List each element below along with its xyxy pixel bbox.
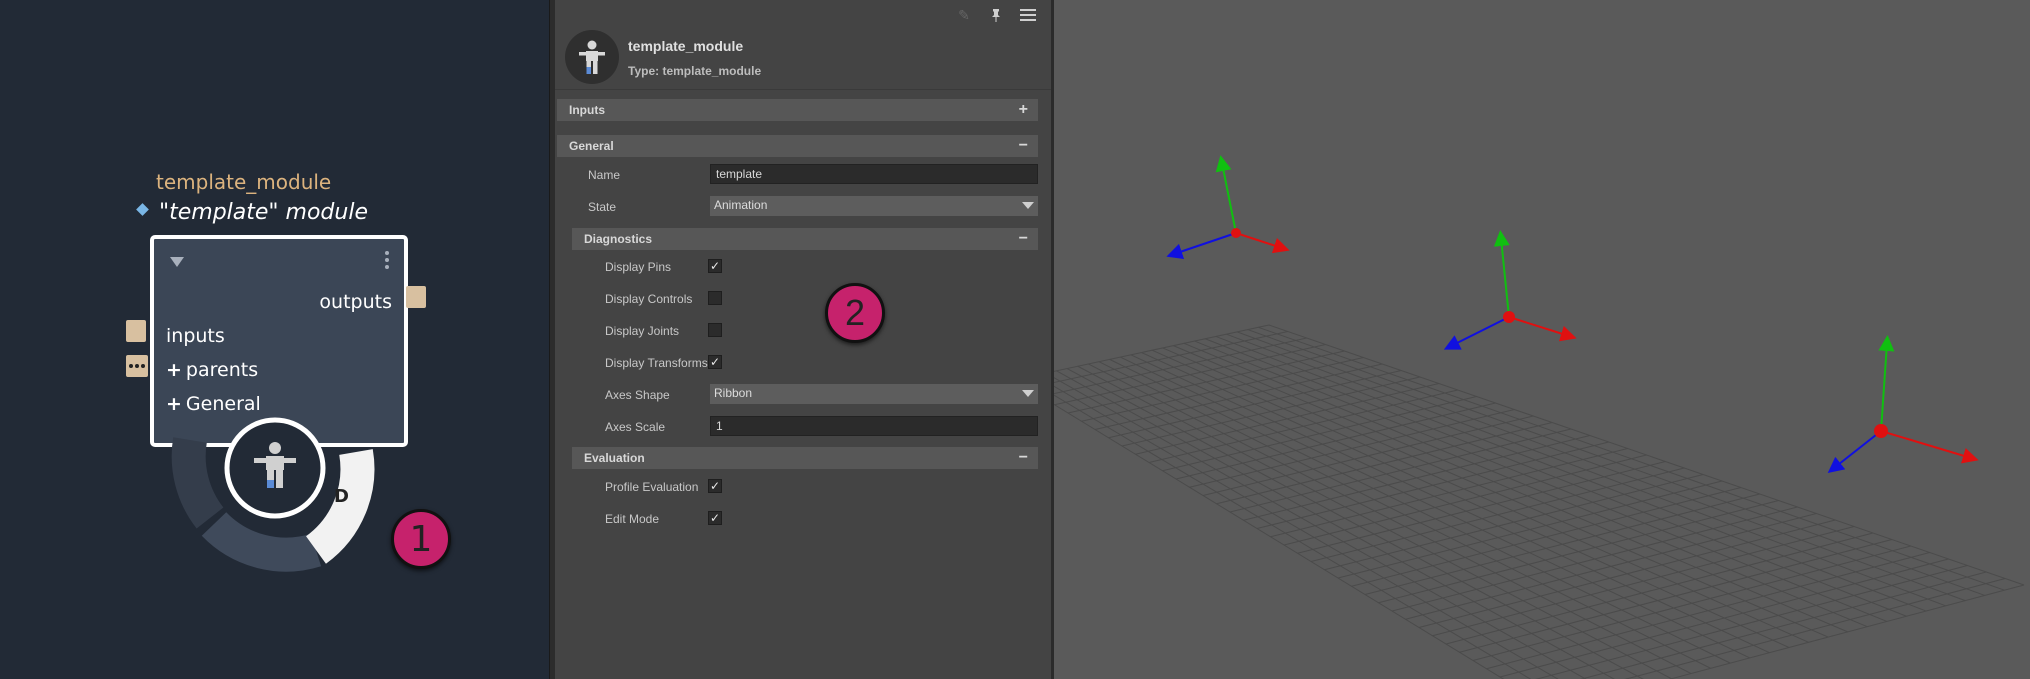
display-pins-label: Display Pins bbox=[605, 260, 672, 274]
section-general[interactable]: General − bbox=[557, 135, 1038, 157]
state-value: Animation bbox=[714, 198, 768, 212]
ground-grid bbox=[1054, 324, 2025, 679]
section-evaluation[interactable]: Evaluation − bbox=[572, 447, 1038, 469]
section-evaluation-label: Evaluation bbox=[584, 451, 645, 465]
collapse-icon[interactable]: − bbox=[1019, 449, 1028, 467]
panel-toolbar: ✎ bbox=[955, 4, 1037, 26]
3d-viewport[interactable] bbox=[1054, 0, 2030, 679]
edit-mode-label: Edit Mode bbox=[605, 512, 660, 526]
checkmark-icon: ✓ bbox=[709, 355, 721, 369]
node-type-label: template_module bbox=[156, 170, 332, 194]
state-dropdown[interactable]: Animation bbox=[710, 196, 1038, 216]
axes-scale-field[interactable]: 1 bbox=[710, 416, 1038, 436]
checkmark-icon: ✓ bbox=[709, 479, 721, 493]
node-name-row: "template" module bbox=[136, 200, 368, 225]
expand-parents-icon[interactable]: + bbox=[166, 359, 182, 381]
profile-evaluation-checkbox[interactable]: ✓ bbox=[708, 479, 722, 493]
inputs-port[interactable] bbox=[126, 320, 146, 342]
name-field[interactable]: template bbox=[710, 164, 1038, 184]
display-controls-label: Display Controls bbox=[605, 292, 693, 306]
transform-gizmo-icon[interactable] bbox=[1827, 335, 1979, 473]
display-transforms-checkbox[interactable]: ✓ bbox=[708, 355, 722, 369]
viewport-scene[interactable] bbox=[1054, 0, 2030, 679]
module-title: template_module bbox=[628, 38, 744, 54]
profile-evaluation-label: Profile Evaluation bbox=[605, 480, 699, 494]
triangle-down-icon[interactable] bbox=[170, 257, 184, 267]
parents-multi-port[interactable] bbox=[126, 355, 148, 377]
axes-scale-label: Axes Scale bbox=[605, 420, 666, 434]
section-diagnostics-label: Diagnostics bbox=[584, 232, 653, 246]
expand-icon[interactable]: + bbox=[1019, 101, 1028, 119]
collapse-icon[interactable]: − bbox=[1019, 137, 1028, 155]
section-inputs[interactable]: Inputs + bbox=[557, 99, 1038, 121]
parents-group[interactable]: + parents bbox=[166, 359, 258, 381]
display-pins-checkbox[interactable]: ✓ bbox=[708, 259, 722, 273]
dial-badge-letter: D bbox=[334, 486, 349, 507]
module-header-icon bbox=[565, 30, 619, 84]
section-general-label: General bbox=[569, 139, 614, 153]
axes-shape-value: Ribbon bbox=[714, 386, 753, 400]
character-icon bbox=[579, 40, 605, 74]
transform-gizmo-icon[interactable] bbox=[1443, 230, 1577, 350]
checkmark-icon: ✓ bbox=[709, 511, 721, 525]
diamond-icon bbox=[136, 203, 149, 216]
module-type: Type: template_module bbox=[628, 64, 762, 78]
display-joints-checkbox[interactable] bbox=[708, 323, 722, 337]
display-transforms-label: Display Transforms bbox=[605, 356, 708, 370]
transform-gizmo-icon[interactable] bbox=[1166, 155, 1290, 260]
collapse-icon[interactable]: − bbox=[1019, 230, 1028, 248]
callout-badge-1: 1 bbox=[391, 509, 451, 569]
callout-badge-2: 2 bbox=[825, 283, 885, 343]
checkmark-icon: ✓ bbox=[709, 259, 721, 273]
inputs-port-label: inputs bbox=[166, 325, 225, 347]
header-divider bbox=[555, 89, 1051, 90]
state-label: State bbox=[588, 200, 617, 214]
name-label: Name bbox=[588, 168, 621, 182]
axes-shape-dropdown[interactable]: Ribbon bbox=[710, 384, 1038, 404]
dropdown-arrow-icon bbox=[1022, 202, 1034, 209]
node-graph-panel[interactable]: template_module "template" module output… bbox=[0, 0, 549, 679]
outputs-port[interactable] bbox=[406, 286, 426, 308]
section-inputs-label: Inputs bbox=[569, 103, 605, 117]
node-status-dial[interactable]: D bbox=[170, 400, 410, 600]
pin-icon[interactable] bbox=[987, 6, 1005, 24]
node-instance-label[interactable]: "template" module bbox=[159, 200, 368, 225]
hamburger-menu-icon[interactable] bbox=[1019, 6, 1037, 24]
display-joints-label: Display Joints bbox=[605, 324, 680, 338]
attribute-editor-panel: ✎ template_module Type: template_module … bbox=[555, 0, 1051, 679]
pencil-icon[interactable]: ✎ bbox=[955, 6, 973, 24]
axes-shape-label: Axes Shape bbox=[605, 388, 670, 402]
outputs-port-label: outputs bbox=[319, 291, 392, 313]
kebab-menu-icon[interactable] bbox=[385, 251, 390, 269]
parents-label: parents bbox=[185, 359, 259, 381]
edit-mode-checkbox[interactable]: ✓ bbox=[708, 511, 722, 525]
dropdown-arrow-icon bbox=[1022, 390, 1034, 397]
section-diagnostics[interactable]: Diagnostics − bbox=[572, 228, 1038, 250]
display-controls-checkbox[interactable] bbox=[708, 291, 722, 305]
